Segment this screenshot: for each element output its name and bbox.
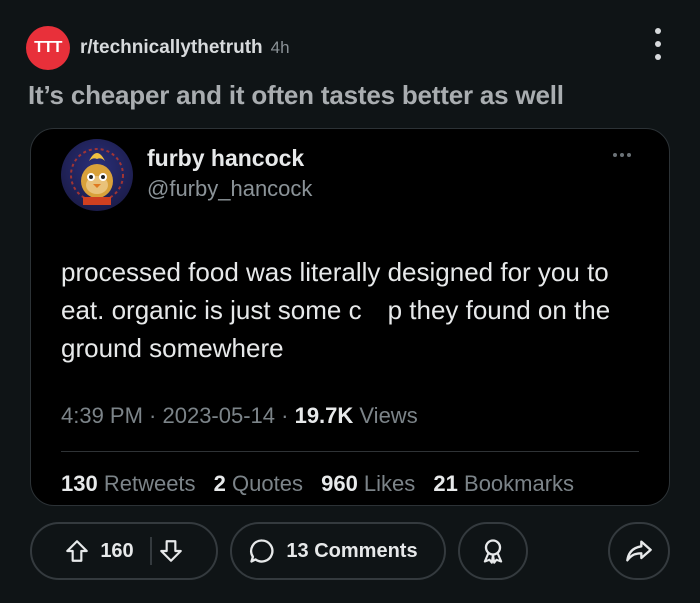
tweet-meta: 4:39 PM · 2023-05-14 · 19.7K Views [61,403,418,429]
share-button[interactable] [608,522,670,580]
upvote-icon[interactable] [64,538,90,564]
award-button[interactable] [458,522,528,580]
tweet-author-name[interactable]: furby hancock [147,145,304,172]
post-title: It’s cheaper and it often tastes better … [28,80,564,110]
comments-button[interactable]: 13 Comments [230,522,446,580]
post-header: TTT r/technicallythetruth 4h [26,26,290,70]
subreddit-icon[interactable]: TTT [26,26,70,70]
subreddit-name[interactable]: r/technicallythetruth [80,37,263,59]
quotes-stat: 2 Quotes [213,471,303,496]
post-actions: 160 13 Comments [30,522,670,582]
downvote-icon[interactable] [158,538,184,564]
tweet-card: furby hancock @furby_hancock processed f… [30,128,670,506]
comment-bubble-icon [248,537,276,565]
divider [61,451,639,452]
ellipsis-icon [613,153,631,157]
views-label: Views [353,403,418,428]
retweets-stat: 130 Retweets [61,471,196,496]
vote-control: 160 [30,522,218,580]
tweet-text: processed food was literally designed fo… [61,257,611,363]
award-icon [479,537,507,565]
post-time: 4h [270,38,290,57]
vote-count: 160 [100,539,134,562]
tweet-author-handle[interactable]: @furby_hancock [147,176,312,202]
bookmarks-stat: 21 Bookmarks [433,471,575,496]
tweet-stats: 130 Retweets 2 Quotes 960 Likes 21 Bookm… [61,471,586,497]
vote-separator [149,537,152,565]
kebab-menu-icon[interactable] [654,28,662,60]
comments-label: 13 Comments [286,539,418,562]
tweet-timestamp: 4:39 PM · 2023-05-14 · [61,403,295,428]
share-arrow-icon [625,537,653,565]
likes-stat: 960 Likes [321,471,416,496]
views-count: 19.7K [294,403,354,428]
furby-avatar [61,139,133,211]
